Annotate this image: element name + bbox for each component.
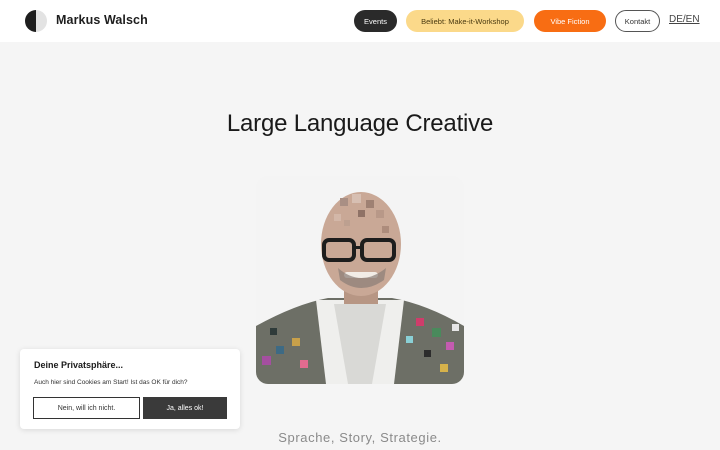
hero-tagline: Sprache, Story, Strategie.: [278, 430, 442, 445]
cookie-accept-button[interactable]: Ja, alles ok!: [143, 397, 227, 419]
nav-events-button[interactable]: Events: [354, 10, 397, 32]
language-switch[interactable]: DE/EN: [669, 14, 700, 25]
nav-kontakt-button[interactable]: Kontakt: [615, 10, 660, 32]
site-brand[interactable]: Markus Walsch: [56, 13, 148, 27]
hero-title: Large Language Creative: [226, 110, 494, 137]
cookie-title: Deine Privatsphäre...: [34, 360, 124, 370]
cookie-text: Auch hier sind Cookies am Start! Ist das…: [34, 379, 188, 386]
logo-icon[interactable]: [25, 10, 47, 32]
cookie-banner: Deine Privatsphäre... Auch hier sind Coo…: [20, 349, 240, 429]
site-header: Markus Walsch Events Beliebt: Make-it-Wo…: [0, 0, 720, 42]
cookie-decline-button[interactable]: Nein, will ich nicht.: [33, 397, 140, 419]
nav-vibe-fiction-button[interactable]: Vibe Fiction: [534, 10, 606, 32]
nav-workshop-button[interactable]: Beliebt: Make-it-Workshop: [406, 10, 524, 32]
portrait-image: [256, 176, 464, 384]
